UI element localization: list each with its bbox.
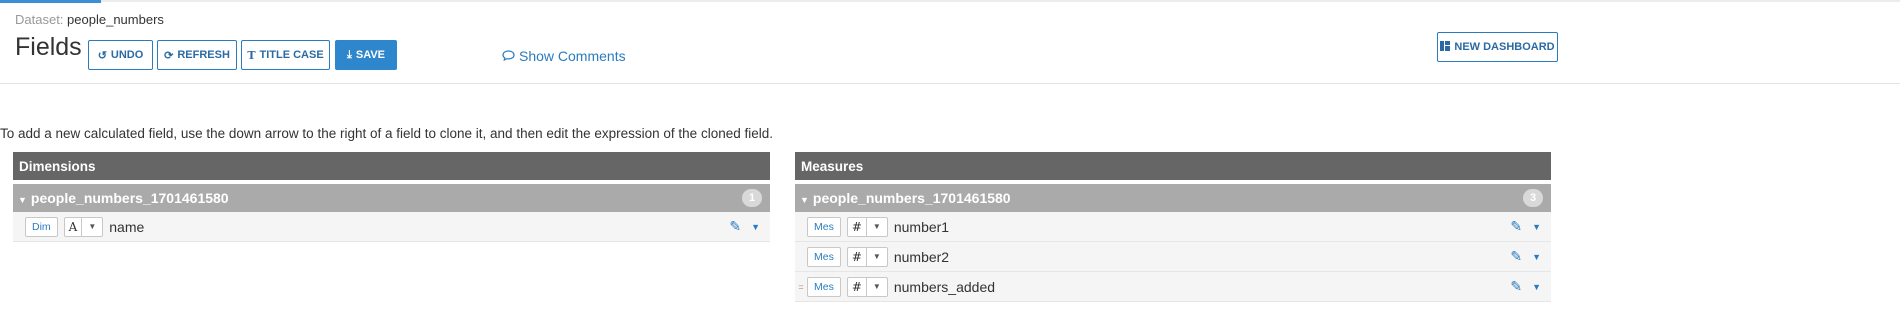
pencil-icon[interactable]: ✎ [729,218,741,235]
dimensions-panel: Dimensions ▼ people_numbers_1701461580 1 … [13,152,770,242]
top-progress-bar [0,0,101,3]
row-actions: ✎ ▼ [1510,218,1541,235]
field-type-select[interactable]: # ▼ [846,276,888,297]
field-type-select[interactable]: A ▼ [63,216,104,237]
undo-button[interactable]: ↺ UNDO [88,40,153,70]
field-type-select[interactable]: # ▼ [846,246,888,267]
caret-down-icon: ▼ [88,222,97,231]
save-button[interactable]: ⤓ SAVE [335,40,397,70]
page-title: Fields [15,33,82,61]
dimensions-count-badge: 1 [742,189,762,207]
dashboard-icon [1440,40,1451,54]
field-role-badge[interactable]: Dim [25,216,58,237]
title-case-label: TITLE CASE [259,49,324,61]
refresh-icon: ⟳ [164,49,174,62]
undo-icon: ↺ [97,49,107,62]
field-name[interactable]: number1 [894,219,949,235]
undo-label: UNDO [110,49,144,61]
measures-group-name: people_numbers_1701461580 [812,190,1011,206]
new-dashboard-button[interactable]: NEW DASHBOARD [1437,32,1558,62]
measures-group-header[interactable]: ▼ people_numbers_1701461580 3 [795,184,1551,212]
chevron-down-icon[interactable]: ▼ [1532,252,1541,262]
dimensions-group-header[interactable]: ▼ people_numbers_1701461580 1 [13,184,770,212]
show-comments-label: Show Comments [519,48,626,64]
caret-down-icon: ▼ [872,222,881,231]
dimensions-header: Dimensions [13,152,770,180]
field-role-badge[interactable]: Mes [807,276,841,297]
field-name[interactable]: numbers_added [894,279,995,295]
field-type-glyph: # [848,217,867,236]
download-icon: ⤓ [346,48,352,61]
field-row: Mes # ▼ number2 ✎ ▼ [795,242,1551,272]
measures-header: Measures [795,152,1551,180]
caret-down-icon: ▼ [872,252,881,261]
title-case-button[interactable]: T TITLE CASE [241,40,330,70]
top-progress-track [0,0,1900,2]
chevron-down-icon[interactable]: ▼ [751,222,760,232]
measures-count-badge: 3 [1523,189,1543,207]
row-actions: ✎ ▼ [1510,278,1541,295]
caret-down-icon: ▼ [872,282,881,291]
row-actions: ✎ ▼ [1510,248,1541,265]
field-name[interactable]: number2 [894,249,949,265]
pencil-icon[interactable]: ✎ [1510,248,1522,265]
caret-down-icon: ▼ [18,195,27,205]
drag-handle-icon[interactable]: = [795,282,807,292]
field-name[interactable]: name [109,219,144,235]
show-comments-link[interactable]: Show Comments [502,48,626,64]
row-actions: ✎ ▼ [729,218,760,235]
dataset-name[interactable]: people_numbers [67,12,164,27]
dataset-breadcrumb: Dataset: people_numbers [15,12,164,27]
field-type-glyph: # [848,277,867,296]
chevron-down-icon[interactable]: ▼ [1532,222,1541,232]
field-role-badge[interactable]: Mes [807,246,841,267]
comment-icon [502,48,515,64]
field-type-glyph: A [65,217,83,236]
measures-panel: Measures ▼ people_numbers_1701461580 3 Me… [795,152,1551,302]
instructions-text: To add a new calculated field, use the d… [0,126,773,141]
refresh-button[interactable]: ⟳ REFRESH [157,40,237,70]
pencil-icon[interactable]: ✎ [1510,218,1522,235]
header-divider [0,83,1900,84]
chevron-down-icon[interactable]: ▼ [1532,282,1541,292]
field-role-badge[interactable]: Mes [807,216,841,237]
dimensions-group-name: people_numbers_1701461580 [30,190,229,206]
refresh-label: REFRESH [177,49,230,61]
new-dashboard-label: NEW DASHBOARD [1454,41,1555,53]
field-type-select[interactable]: # ▼ [846,216,888,237]
text-icon: T [247,48,256,62]
field-row: Mes # ▼ number1 ✎ ▼ [795,212,1551,242]
dataset-label: Dataset: [15,12,64,27]
pencil-icon[interactable]: ✎ [1510,278,1522,295]
field-type-glyph: # [848,247,867,266]
caret-down-icon: ▼ [800,195,809,205]
field-row: = Mes # ▼ numbers_added ✎ ▼ [795,272,1551,302]
field-row: Dim A ▼ name ✎ ▼ [13,212,770,242]
save-label: SAVE [355,49,385,61]
